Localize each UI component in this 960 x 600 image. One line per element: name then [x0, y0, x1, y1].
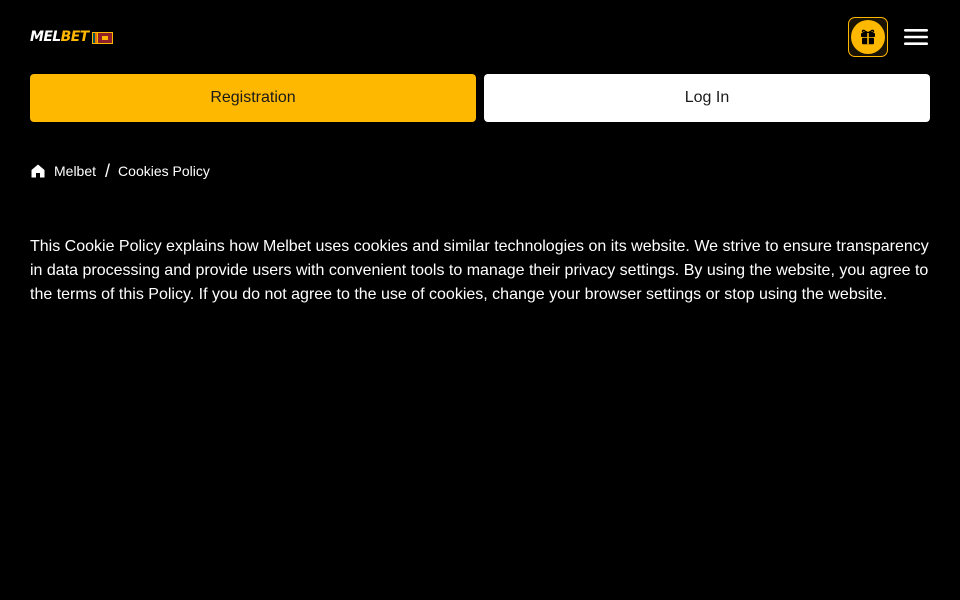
hamburger-menu-icon — [904, 29, 928, 45]
logo-wordmark: MELBET — [30, 29, 89, 45]
melbet-logo[interactable]: MELBET — [30, 27, 113, 47]
page: MELBET Registration Log In Melbet / Cook… — [0, 0, 960, 600]
registration-button[interactable]: Registration — [30, 74, 476, 122]
breadcrumb-current: Cookies Policy — [118, 163, 210, 179]
gift-button[interactable] — [848, 17, 888, 57]
home-icon[interactable] — [30, 163, 46, 179]
site-header: MELBET — [30, 0, 930, 74]
gift-icon-badge — [851, 20, 885, 54]
breadcrumb: Melbet / Cookies Policy — [30, 160, 930, 182]
header-actions — [848, 17, 930, 57]
login-button[interactable]: Log In — [484, 74, 930, 122]
sri-lanka-flag-icon — [91, 31, 113, 44]
breadcrumb-separator: / — [105, 160, 111, 181]
cookie-policy-intro: This Cookie Policy explains how Melbet u… — [30, 238, 929, 303]
hamburger-menu-button[interactable] — [902, 23, 930, 51]
auth-buttons: Registration Log In — [30, 74, 930, 122]
breadcrumb-home-link[interactable]: Melbet — [54, 163, 96, 179]
gift-icon — [861, 29, 875, 45]
